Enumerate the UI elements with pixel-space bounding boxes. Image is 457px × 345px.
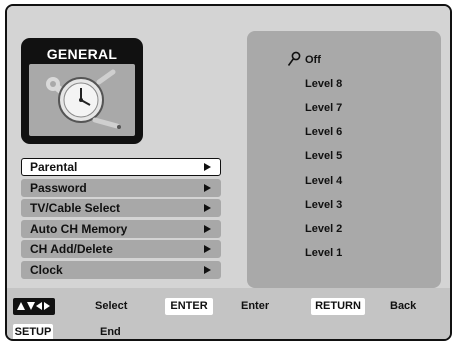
option-level-2[interactable]: Level 2 (305, 222, 342, 236)
enter-label: Enter (241, 300, 270, 312)
key-guide-bar: Select ENTER Enter RETURN Back SETUP End (7, 288, 450, 339)
menu-item-label: TV/Cable Select (30, 201, 121, 216)
clock-wrench-icon (29, 64, 135, 136)
category-title: GENERAL (46, 46, 118, 62)
end-label: End (100, 326, 121, 338)
option-off[interactable]: Off (305, 53, 321, 67)
menu-item-clock[interactable]: Clock (21, 260, 221, 279)
select-label: Select (95, 300, 128, 312)
option-level-3[interactable]: Level 3 (305, 198, 342, 212)
key-icon (287, 51, 301, 67)
menu-item-password[interactable]: Password (21, 178, 221, 197)
menu-item-ch-add-delete[interactable]: CH Add/Delete (21, 240, 221, 259)
arrow-right-icon (204, 204, 211, 213)
menu-item-parental[interactable]: Parental (21, 158, 221, 176)
parental-level-panel: Off Level 8 Level 7 Level 6 Level 5 Leve… (247, 31, 441, 288)
option-level-4[interactable]: Level 4 (305, 174, 342, 188)
option-level-7[interactable]: Level 7 (305, 101, 342, 115)
menu-item-label: CH Add/Delete (30, 242, 113, 257)
menu-item-label: Auto CH Memory (30, 221, 128, 236)
category-box: GENERAL (21, 38, 143, 144)
arrow-right-icon (204, 224, 211, 233)
arrow-right-icon (204, 245, 211, 254)
setup-key[interactable]: SETUP (13, 324, 53, 339)
option-level-6[interactable]: Level 6 (305, 125, 342, 139)
arrow-right-icon (204, 183, 211, 192)
return-key[interactable]: RETURN (311, 298, 365, 315)
option-level-8[interactable]: Level 8 (305, 77, 342, 91)
arrow-right-icon (204, 163, 211, 171)
arrow-keys-icon (13, 298, 55, 315)
option-level-1[interactable]: Level 1 (305, 246, 342, 260)
menu-item-label: Password (30, 180, 87, 195)
menu-item-label: Clock (30, 262, 63, 277)
menu-item-label: Parental (30, 160, 78, 174)
settings-menu: Parental Password TV/Cable Select Auto C… (21, 158, 221, 282)
enter-key[interactable]: ENTER (165, 298, 213, 315)
arrow-right-icon (204, 265, 211, 274)
tv-menu-screen: GENERAL Parental Password TV/Cable Selec… (5, 4, 452, 341)
menu-item-auto-ch-memory[interactable]: Auto CH Memory (21, 219, 221, 238)
option-level-5[interactable]: Level 5 (305, 149, 342, 163)
back-label: Back (390, 300, 417, 312)
menu-main-area: GENERAL Parental Password TV/Cable Selec… (7, 6, 450, 288)
menu-item-tv-cable-select[interactable]: TV/Cable Select (21, 199, 221, 218)
